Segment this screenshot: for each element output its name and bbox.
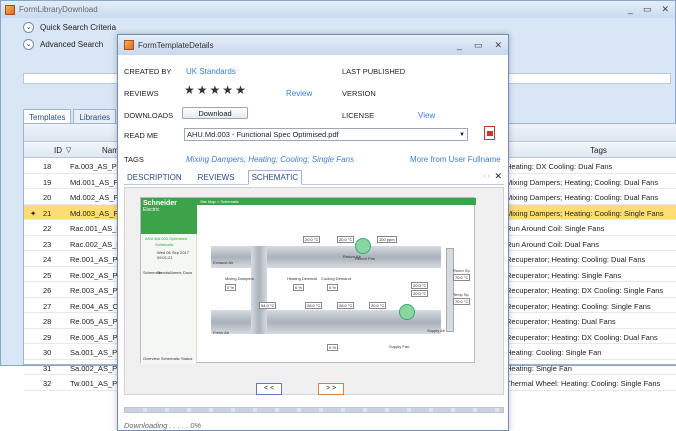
row-tags: Recuperator; Heating: Cooling: Single Fa… — [506, 301, 651, 311]
app-icon — [5, 4, 15, 15]
row-tags: Recuperator; Heating: DX Cooling: Single… — [506, 286, 664, 295]
dialog-tabs: DESCRIPTION REVIEWS SCHEMATIC — [124, 170, 504, 185]
readme-label: READ ME — [124, 131, 159, 140]
row-id: 29 — [43, 332, 52, 342]
quick-search-label: Quick Search Criteria — [40, 23, 117, 32]
column-id[interactable]: ID — [54, 146, 62, 155]
row-tags: Run Around Coil: Single Fans — [506, 224, 605, 233]
advanced-search-toggle[interactable]: ⌄ Advanced Search — [23, 39, 103, 50]
row-tags: Mixing Dampers; Heating: Cooling: Dual F… — [506, 193, 659, 202]
download-status: Downloading . . . . . 0% — [124, 421, 202, 430]
quick-search-toggle[interactable]: ⌄ Quick Search Criteria — [23, 22, 116, 33]
star-icon: ★ — [184, 83, 195, 97]
row-tags: Recuperator; Heating: Dual Fans — [506, 317, 616, 326]
chevron-down-icon: ⌄ — [23, 39, 34, 50]
row-tags: Mixing Dampers; Heating: Cooling: Single… — [506, 208, 664, 218]
row-tags: Run Around Coil: Dual Fans — [506, 239, 599, 249]
minimize-icon[interactable]: _ — [457, 40, 462, 51]
schematic-image: Schneider Electric AHU.Md.003 Optimised … — [140, 197, 476, 364]
download-progress-bar — [124, 407, 504, 413]
row-id: 27 — [43, 301, 52, 311]
row-tags: Heating: Cooling: Single Fan — [506, 348, 602, 357]
star-icon: ★ — [235, 83, 246, 97]
row-id: 23 — [43, 239, 52, 249]
column-tags[interactable]: Tags — [590, 146, 607, 155]
next-button[interactable]: > > — [318, 383, 344, 395]
previous-button[interactable]: < < — [256, 383, 282, 395]
building-icon — [446, 248, 454, 332]
downloads-label: DOWNLOADS — [124, 111, 174, 120]
return-fan-icon — [355, 238, 371, 254]
chevron-down-icon: ▼ — [459, 132, 465, 138]
row-indicator-icon: ✦ — [30, 208, 37, 218]
app-icon — [124, 40, 134, 50]
readme-file: AHU.Md.003 - Functional Spec Optimised.p… — [187, 130, 339, 139]
return-duct — [211, 246, 441, 268]
row-id: 24 — [43, 255, 52, 264]
version-label: VERSION — [342, 89, 376, 98]
maximize-icon[interactable]: ▭ — [474, 40, 483, 51]
row-id: 18 — [43, 162, 52, 171]
tab-description[interactable]: DESCRIPTION — [124, 171, 185, 184]
pdf-icon[interactable] — [484, 126, 495, 140]
advanced-search-label: Advanced Search — [40, 40, 104, 49]
row-tags: Recuperator; Heating: Single Fans — [506, 270, 622, 280]
readme-select[interactable]: AHU.Md.003 - Functional Spec Optimised.p… — [184, 128, 468, 141]
reviews-label: REVIEWS — [124, 89, 159, 98]
row-id: 26 — [43, 286, 52, 295]
schematic-header: Site Map > Schematic — [197, 198, 476, 205]
close-tab-icon[interactable]: ✕ — [494, 171, 502, 182]
maximize-icon[interactable]: ▭ — [643, 4, 652, 15]
main-window-title: FormLibraryDownload — [19, 5, 98, 14]
chevron-down-icon: ⌄ — [23, 22, 34, 33]
template-details-dialog: FormTemplateDetails _ ▭ ✕ CREATED BY UK … — [117, 34, 509, 431]
star-icon: ★ — [209, 83, 221, 97]
license-label: LICENSE — [342, 111, 375, 120]
tab-reviews[interactable]: REVIEWS — [195, 171, 238, 184]
created-by-label: CREATED BY — [124, 67, 172, 76]
tab-scroll-arrows[interactable]: ‹ › — [483, 173, 490, 180]
row-id: 19 — [43, 177, 52, 187]
supply-fan-icon — [399, 304, 415, 320]
row-id: 31 — [43, 363, 52, 373]
more-from-user-link[interactable]: More from User Fullname — [410, 155, 501, 164]
tags-value[interactable]: Mixing Dampers; Heating; Cooling; Single… — [186, 155, 354, 164]
row-id: 21 — [43, 208, 52, 218]
close-icon[interactable]: ✕ — [661, 4, 669, 15]
mixing-duct — [251, 246, 267, 334]
row-id: 25 — [43, 270, 52, 280]
review-link[interactable]: Review — [286, 89, 312, 98]
row-tags: Mixing Dampers; Heating; Cooling: Dual F… — [506, 177, 659, 187]
dialog-titlebar: FormTemplateDetails _ ▭ ✕ — [118, 35, 508, 55]
close-icon[interactable]: ✕ — [494, 40, 502, 51]
row-id: 22 — [43, 224, 52, 233]
tags-label: TAGS — [124, 155, 144, 164]
main-titlebar: FormLibraryDownload _ ▭ ✕ — [1, 1, 675, 18]
star-icon: ★ — [222, 83, 234, 97]
row-id: 28 — [43, 317, 52, 326]
tab-schematic[interactable]: SCHEMATIC — [247, 170, 303, 185]
row-tags: Recuperator; Heating: Cooling: Dual Fans — [506, 255, 646, 264]
minimize-icon[interactable]: _ — [628, 4, 633, 15]
rating-stars[interactable]: ★ ★ ★ ★ ★ — [184, 83, 246, 97]
created-by-value[interactable]: UK Standards — [186, 67, 236, 76]
row-tags: Heating: Single Fan — [506, 363, 572, 373]
star-icon: ★ — [196, 83, 208, 97]
download-button[interactable]: Download — [182, 107, 248, 119]
schneider-logo: Schneider Electric — [141, 198, 197, 234]
row-id: 30 — [43, 348, 52, 357]
row-tags: Heating: DX Cooling: Dual Fans — [506, 162, 613, 171]
dialog-title: FormTemplateDetails — [138, 40, 214, 50]
row-tags: Thermal Wheel: Heating: Cooling: Single … — [506, 379, 661, 388]
row-id: 32 — [43, 379, 52, 388]
row-tags: Recuperator; Heating: DX Cooling: Dual F… — [506, 332, 658, 342]
filter-icon[interactable]: ▽ — [66, 146, 71, 154]
license-view-link[interactable]: View — [418, 111, 435, 120]
schematic-sidebar: Schneider Electric AHU.Md.003 Optimised … — [141, 198, 197, 364]
row-id: 20 — [43, 193, 52, 202]
last-published-label: LAST PUBLISHED — [342, 67, 406, 76]
